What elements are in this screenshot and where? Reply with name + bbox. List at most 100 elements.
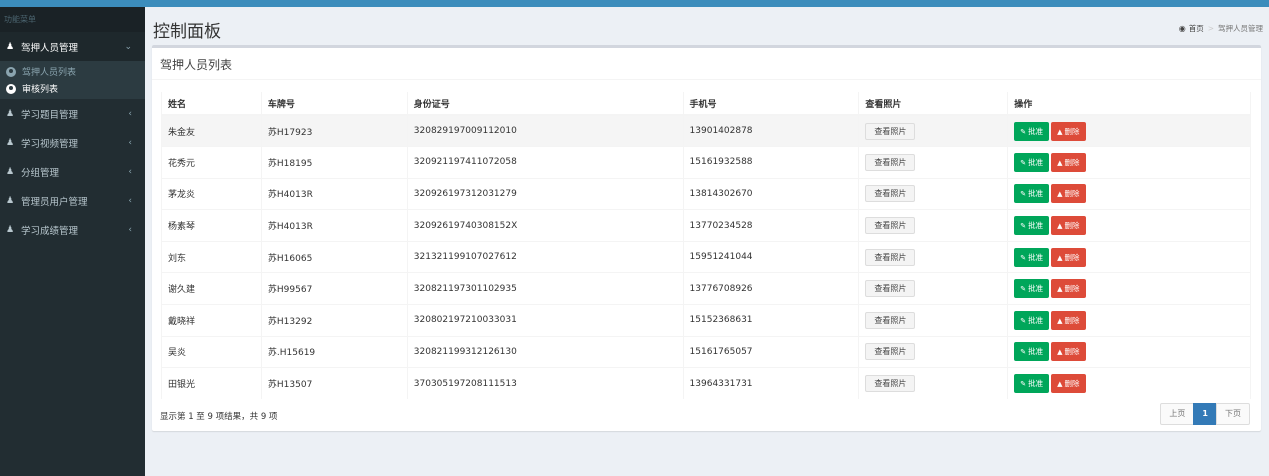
pagination-next-button[interactable]: 下页: [1216, 403, 1250, 425]
pagination-page-button[interactable]: 1: [1193, 403, 1217, 425]
sidebar-item-score-management[interactable]: ♟ 学习成绩管理 ‹: [0, 215, 145, 244]
approve-label: 批准: [1028, 284, 1044, 294]
delete-button[interactable]: ▲ 删除: [1051, 342, 1086, 362]
approve-button[interactable]: ✎ 批准: [1014, 374, 1050, 394]
cell-actions: ✎ 批准 ▲ 删除: [1007, 335, 1251, 368]
delete-label: 删除: [1064, 379, 1080, 389]
sidebar-item-video-management[interactable]: ♟ 学习视频管理 ‹: [0, 128, 145, 157]
cell-plate: 苏H4013R: [260, 177, 408, 210]
view-photo-button[interactable]: 查看照片: [865, 280, 916, 298]
column-header-name[interactable]: 姓名: [161, 92, 262, 116]
delete-button[interactable]: ▲ 删除: [1051, 310, 1086, 330]
cell-plate: 苏H18195: [260, 146, 408, 179]
cell-plate: 苏H99567: [260, 272, 408, 305]
trash-icon: ▲: [1057, 127, 1063, 136]
delete-button[interactable]: ▲ 删除: [1051, 121, 1086, 141]
cell-name: 谢久建: [161, 272, 262, 305]
sidebar-item-admin-management[interactable]: ♟ 管理员用户管理 ‹: [0, 186, 145, 215]
users-icon: ♟: [5, 166, 15, 177]
delete-button[interactable]: ▲ 删除: [1051, 247, 1086, 267]
approve-button[interactable]: ✎ 批准: [1014, 216, 1050, 236]
users-icon: ♟: [5, 41, 15, 52]
delete-label: 删除: [1064, 189, 1080, 199]
cell-plate: 苏H4013R: [260, 209, 408, 242]
approve-button[interactable]: ✎ 批准: [1014, 247, 1050, 267]
column-header-photo[interactable]: 查看照片: [858, 92, 1008, 116]
view-photo-button[interactable]: 查看照片: [865, 248, 916, 266]
cell-photo: 查看照片: [858, 304, 1008, 337]
cell-id-number: 320821199312126130: [406, 335, 684, 368]
pagination-prev-button[interactable]: 上页: [1160, 403, 1195, 425]
edit-icon: ✎: [1020, 380, 1027, 389]
delete-button[interactable]: ▲ 删除: [1051, 184, 1086, 204]
delete-button[interactable]: ▲ 删除: [1051, 152, 1086, 172]
cell-phone: 13770234528: [682, 209, 859, 242]
approve-button[interactable]: ✎ 批准: [1014, 152, 1050, 172]
delete-button[interactable]: ▲ 删除: [1051, 374, 1086, 394]
trash-icon: ▲: [1057, 380, 1063, 389]
cell-plate: 苏H17923: [260, 114, 408, 147]
view-photo-button[interactable]: 查看照片: [865, 343, 916, 361]
trash-icon: ▲: [1057, 222, 1063, 231]
view-photo-button[interactable]: 查看照片: [865, 153, 916, 171]
sidebar-submenu: 驾押人员列表 审核列表: [0, 61, 145, 99]
table-row: 吴炎 苏.H15619 320821199312126130 151617650…: [161, 335, 1251, 368]
cell-actions: ✎ 批准 ▲ 删除: [1007, 209, 1251, 242]
approve-button[interactable]: ✎ 批准: [1014, 310, 1050, 330]
cell-phone: 13901402878: [682, 114, 859, 147]
approve-label: 批准: [1028, 157, 1044, 167]
breadcrumb-home-link[interactable]: 首页: [1189, 23, 1204, 34]
cell-phone: 15161932588: [682, 146, 859, 179]
view-photo-button[interactable]: 查看照片: [865, 311, 916, 329]
sidebar-item-label: 驾押人员管理: [21, 42, 79, 54]
view-photo-button[interactable]: 查看照片: [865, 217, 916, 235]
sidebar-item-label: 学习视频管理: [21, 138, 79, 150]
cell-photo: 查看照片: [858, 177, 1008, 210]
edit-icon: ✎: [1020, 158, 1027, 167]
pagination: 上页 1 下页: [1160, 403, 1250, 425]
edit-icon: ✎: [1020, 348, 1027, 357]
sidebar-item-label: 学习成绩管理: [21, 225, 79, 237]
view-photo-button[interactable]: 查看照片: [865, 185, 916, 203]
chevron-left-icon: ‹: [128, 195, 132, 206]
approve-button[interactable]: ✎ 批准: [1014, 279, 1050, 299]
sidebar-item-question-management[interactable]: ♟ 学习题目管理 ‹: [0, 99, 145, 128]
view-photo-button[interactable]: 查看照片: [865, 375, 916, 393]
approve-button[interactable]: ✎ 批准: [1014, 121, 1050, 141]
cell-name: 花秀元: [161, 146, 262, 179]
cell-photo: 查看照片: [858, 114, 1008, 147]
cell-id-number: 321321199107027612: [406, 240, 684, 273]
approve-button[interactable]: ✎ 批准: [1014, 342, 1050, 362]
approve-label: 批准: [1028, 221, 1044, 231]
delete-button[interactable]: ▲ 删除: [1051, 279, 1086, 299]
cell-phone: 15152368631: [682, 304, 859, 337]
column-header-id-number[interactable]: 身份证号: [406, 92, 684, 116]
sidebar: 功能菜单 ♟ 驾押人员管理 ⌄ 驾押人员列表 审核列表 ♟ 学习题目管理 ‹ ♟…: [0, 7, 145, 476]
sidebar-item-label: 管理员用户管理: [21, 196, 88, 208]
sidebar-item-group-management[interactable]: ♟ 分组管理 ‹: [0, 157, 145, 186]
table-row: 茅龙炎 苏H4013R 320926197312031279 138143026…: [161, 177, 1251, 210]
sidebar-subitem-review-list[interactable]: 审核列表: [0, 80, 145, 97]
approve-label: 批准: [1028, 347, 1044, 357]
sidebar-subitem-escort-list[interactable]: 驾押人员列表: [0, 63, 145, 80]
column-header-phone[interactable]: 手机号: [682, 92, 859, 116]
cell-plate: 苏H13292: [260, 304, 408, 337]
cell-id-number: 32092619740308152X: [406, 209, 684, 242]
delete-button[interactable]: ▲ 删除: [1051, 216, 1086, 236]
sidebar-item-escort-management[interactable]: ♟ 驾押人员管理 ⌄: [0, 32, 145, 61]
edit-icon: ✎: [1020, 316, 1027, 325]
trash-icon: ▲: [1057, 253, 1063, 262]
delete-label: 删除: [1064, 284, 1080, 294]
approve-button[interactable]: ✎ 批准: [1014, 184, 1050, 204]
cell-photo: 查看照片: [858, 146, 1008, 179]
column-header-plate[interactable]: 车牌号: [260, 92, 408, 116]
view-photo-button[interactable]: 查看照片: [865, 122, 916, 140]
cell-actions: ✎ 批准 ▲ 删除: [1007, 272, 1251, 305]
cell-name: 戴晓祥: [161, 304, 262, 337]
cell-actions: ✎ 批准 ▲ 删除: [1007, 304, 1251, 337]
main-content: 控制面板 ◉ 首页 > 驾押人员管理 驾押人员列表 姓名 车牌号 身份证号 手机…: [145, 7, 1269, 476]
cell-phone: 13814302670: [682, 177, 859, 210]
cell-id-number: 320802197210033031: [406, 304, 684, 337]
delete-label: 删除: [1064, 126, 1080, 136]
top-navbar: [0, 0, 1269, 7]
